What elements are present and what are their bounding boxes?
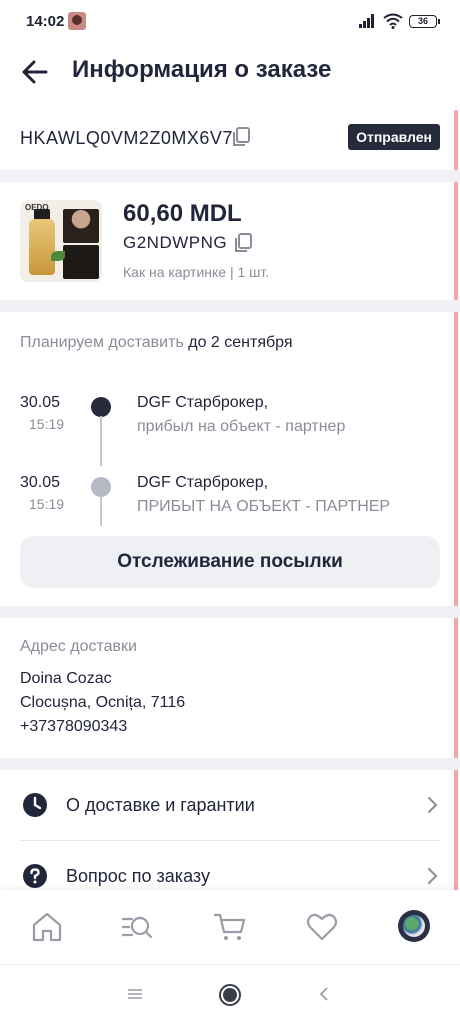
timeline-dot-inactive [91, 477, 111, 497]
product-image[interactable]: OEDO [20, 200, 102, 282]
status-badge: Отправлен [348, 124, 440, 150]
delivery-plan-date: до 2 сентября [188, 334, 293, 351]
copy-icon[interactable] [232, 127, 250, 147]
timeline-line [100, 496, 102, 526]
wifi-icon [383, 13, 403, 29]
cart-icon[interactable] [213, 910, 247, 944]
after-photo [63, 245, 99, 279]
home-icon[interactable] [30, 910, 64, 944]
bottom-tab-bar [0, 890, 460, 964]
delivery-plan-label: Планируем доставить [20, 334, 184, 351]
menu-item-label: О доставке и гарантии [66, 795, 255, 815]
section-divider [0, 606, 460, 618]
order-id: HKAWLQ0VM2Z0MX6V7 [20, 128, 233, 148]
event-date: 30.05 [20, 394, 61, 411]
event-date: 30.05 [20, 474, 61, 491]
system-nav-bar [0, 964, 460, 1024]
section-divider [0, 170, 460, 182]
recipient-name: Doina Cozac [20, 670, 112, 687]
event-time: 15:19 [29, 496, 65, 512]
product-variant: Как на картинке | 1 шт. [123, 264, 270, 280]
heart-icon[interactable] [305, 910, 339, 944]
delivery-address: Адрес доставки Doina Cozac Clocușna, Ocn… [0, 618, 460, 758]
app-header: Информация о заказе [0, 44, 460, 100]
battery-icon: 36 [409, 15, 440, 28]
address-label: Адрес доставки [20, 638, 137, 655]
copy-icon[interactable] [234, 233, 252, 253]
event-description: прибыл на объект - партнер [137, 418, 346, 435]
chevron-right-icon [428, 868, 438, 884]
home-circle-icon[interactable] [218, 983, 242, 1007]
event-time: 15:19 [29, 416, 65, 432]
event-place: DGF Старброкер, [137, 394, 269, 411]
product-card[interactable]: OEDO 60,60 MDL G2NDWPNG Как на картинке … [0, 190, 460, 300]
leaf-shape [51, 251, 65, 261]
timeline-dot-active [91, 397, 111, 417]
delivery-section: Планируем доставить до 2 сентября 30.05 … [0, 312, 460, 608]
recipient-phone: +37378090343 [20, 718, 128, 735]
status-bar: 14:02 36 [0, 0, 460, 44]
arrow-left-icon[interactable] [20, 58, 50, 86]
signal-icon [359, 14, 374, 28]
status-time: 14:02 [26, 13, 65, 30]
track-parcel-button[interactable]: Отслеживание посылки [20, 536, 440, 588]
profile-avatar[interactable] [398, 910, 430, 942]
tracking-event: 30.05 15:19 DGF Старброкер, ПРИБЫТ НА ОБ… [0, 474, 460, 544]
tracking-event: 30.05 15:19 DGF Старброкер, прибыл на об… [0, 394, 460, 466]
notification-avatar-icon [68, 12, 86, 30]
event-place: DGF Старброкер, [137, 474, 269, 491]
menu-icon[interactable] [126, 987, 144, 1001]
product-price: 60,60 MDL [123, 200, 242, 227]
before-photo [63, 209, 99, 243]
delivery-plan: Планируем доставить до 2 сентября [20, 334, 293, 352]
timeline-line [100, 416, 102, 466]
clock-icon [23, 793, 47, 817]
recipient-city: Clocușna, Ocnița, 7116 [20, 694, 186, 711]
catalog-search-icon[interactable] [120, 910, 154, 944]
event-description: ПРИБЫТ НА ОБЪЕКТ - ПАРТНЕР [137, 498, 391, 515]
section-divider [0, 300, 460, 312]
section-divider [0, 758, 460, 770]
question-icon [23, 864, 47, 888]
back-chevron-icon[interactable] [318, 986, 330, 1002]
product-sku: G2NDWPNG [123, 233, 228, 252]
delivery-warranty-item[interactable]: О доставке и гарантии [0, 770, 460, 840]
order-id-row: HKAWLQ0VM2Z0MX6V7 Отправлен [0, 110, 460, 168]
chevron-right-icon [428, 797, 438, 813]
page-title: Информация о заказе [72, 56, 332, 83]
bottle-shape [29, 219, 55, 275]
menu-item-label: Вопрос по заказу [66, 866, 210, 886]
